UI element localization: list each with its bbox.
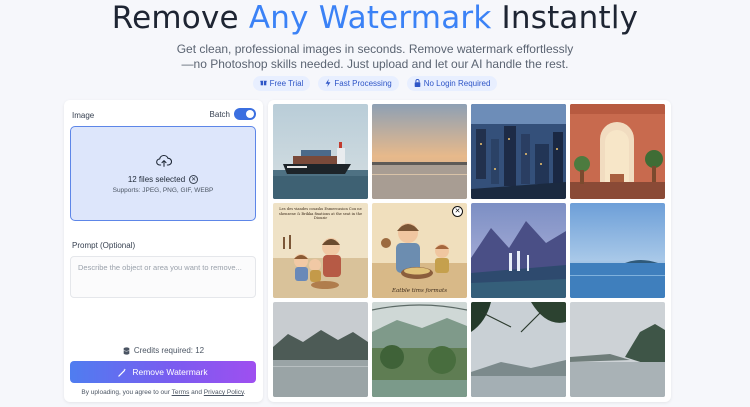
credits-text: Credits required: 12 — [133, 346, 205, 355]
image-caption: Eatble tims formats — [391, 288, 448, 294]
clear-files-icon[interactable]: ✕ — [189, 175, 199, 184]
feature-badges: Free Trial Fast Processing No Login Requ… — [0, 76, 750, 91]
subtitle: Get clean, professional images in second… — [0, 42, 750, 72]
terms-link[interactable]: Terms — [172, 389, 190, 396]
files-selected-text: 12 files selected — [127, 175, 186, 184]
storybook-text: Les des viandes cosasks Esmercasion Cou … — [278, 207, 363, 221]
page-title: Remove Any Watermark Instantly — [0, 0, 750, 36]
foggy-shoreline-image — [570, 302, 665, 397]
gallery-image[interactable] — [570, 302, 665, 397]
prompt-input[interactable] — [70, 256, 256, 298]
legal-text-and: and — [189, 389, 204, 396]
overgrown-lakeside-image — [372, 302, 467, 397]
gallery-image[interactable]: Les des viandes cosasks Esmercasion Cou … — [273, 203, 368, 298]
remove-button-label: Remove Watermark — [132, 367, 208, 377]
ship-image — [273, 104, 368, 199]
badge-fast-processing: Fast Processing — [318, 76, 399, 91]
gallery-image[interactable] — [570, 104, 665, 199]
legal-text-post: . — [243, 389, 246, 396]
supported-formats: Supports: JPEG, PNG, GIF, WEBP — [112, 187, 214, 194]
gallery-image[interactable] — [372, 302, 467, 397]
gallery-image[interactable] — [471, 203, 566, 298]
title-accent: Any Watermark — [248, 0, 492, 36]
badge-free-trial: Free Trial — [252, 76, 311, 91]
remove-image-icon[interactable]: ✕ — [452, 206, 463, 217]
waterfall-image — [471, 203, 566, 298]
badge-label: No Login Required — [423, 79, 491, 88]
cloud-upload-icon — [156, 154, 172, 167]
badge-label: Free Trial — [269, 79, 304, 88]
privacy-policy-link[interactable]: Privacy Policy — [204, 389, 244, 396]
gallery-image[interactable] — [471, 104, 566, 199]
image-label: Image — [72, 111, 95, 120]
subtitle-line-2: —no Photoshop skills needed. Just upload… — [181, 57, 569, 71]
gallery-image[interactable] — [273, 104, 368, 199]
blue-sea-image — [570, 203, 665, 298]
gallery-image-selected[interactable]: ✕ Eatble tims formats — [372, 203, 467, 298]
credits-required: Credits required: 12 — [64, 346, 263, 355]
magic-wand-icon — [118, 367, 127, 377]
image-dropzone[interactable]: 12 files selected ✕ Supports: JPEG, PNG,… — [70, 126, 256, 221]
badge-no-login: No Login Required — [406, 76, 498, 91]
legal-text-pre: By uploading, you agree to our — [81, 389, 172, 396]
sunset-image — [372, 104, 467, 199]
gallery-image[interactable] — [471, 302, 566, 397]
lock-icon — [414, 78, 421, 89]
city-image — [471, 104, 566, 199]
files-selected-row: 12 files selected ✕ — [71, 175, 255, 184]
archway-room-image — [570, 104, 665, 199]
misty-lake-image — [273, 302, 368, 397]
remove-watermark-button[interactable]: Remove Watermark — [70, 361, 256, 383]
gallery-image[interactable] — [372, 104, 467, 199]
coins-icon — [123, 346, 130, 355]
storybook-cooking-image — [372, 203, 467, 298]
lightning-icon — [325, 78, 331, 89]
gallery-image[interactable] — [273, 302, 368, 397]
subtitle-line-1: Get clean, professional images in second… — [176, 42, 574, 56]
prompt-label: Prompt (Optional) — [72, 241, 136, 250]
batch-toggle[interactable] — [234, 108, 256, 120]
upload-panel: Image Batch 12 files selected ✕ Supports… — [64, 100, 263, 402]
legal-notice: By uploading, you agree to our Terms and… — [64, 389, 263, 396]
batch-control: Batch — [210, 108, 256, 120]
title-part-2: Instantly — [491, 0, 639, 36]
image-gallery: Les des viandes cosasks Esmercasion Cou … — [268, 100, 671, 402]
gift-icon — [259, 79, 267, 88]
gallery-image[interactable] — [570, 203, 665, 298]
badge-label: Fast Processing — [334, 79, 392, 88]
tree-branches-image — [471, 302, 566, 397]
batch-label: Batch — [209, 109, 230, 119]
title-part-1: Remove — [111, 0, 249, 36]
